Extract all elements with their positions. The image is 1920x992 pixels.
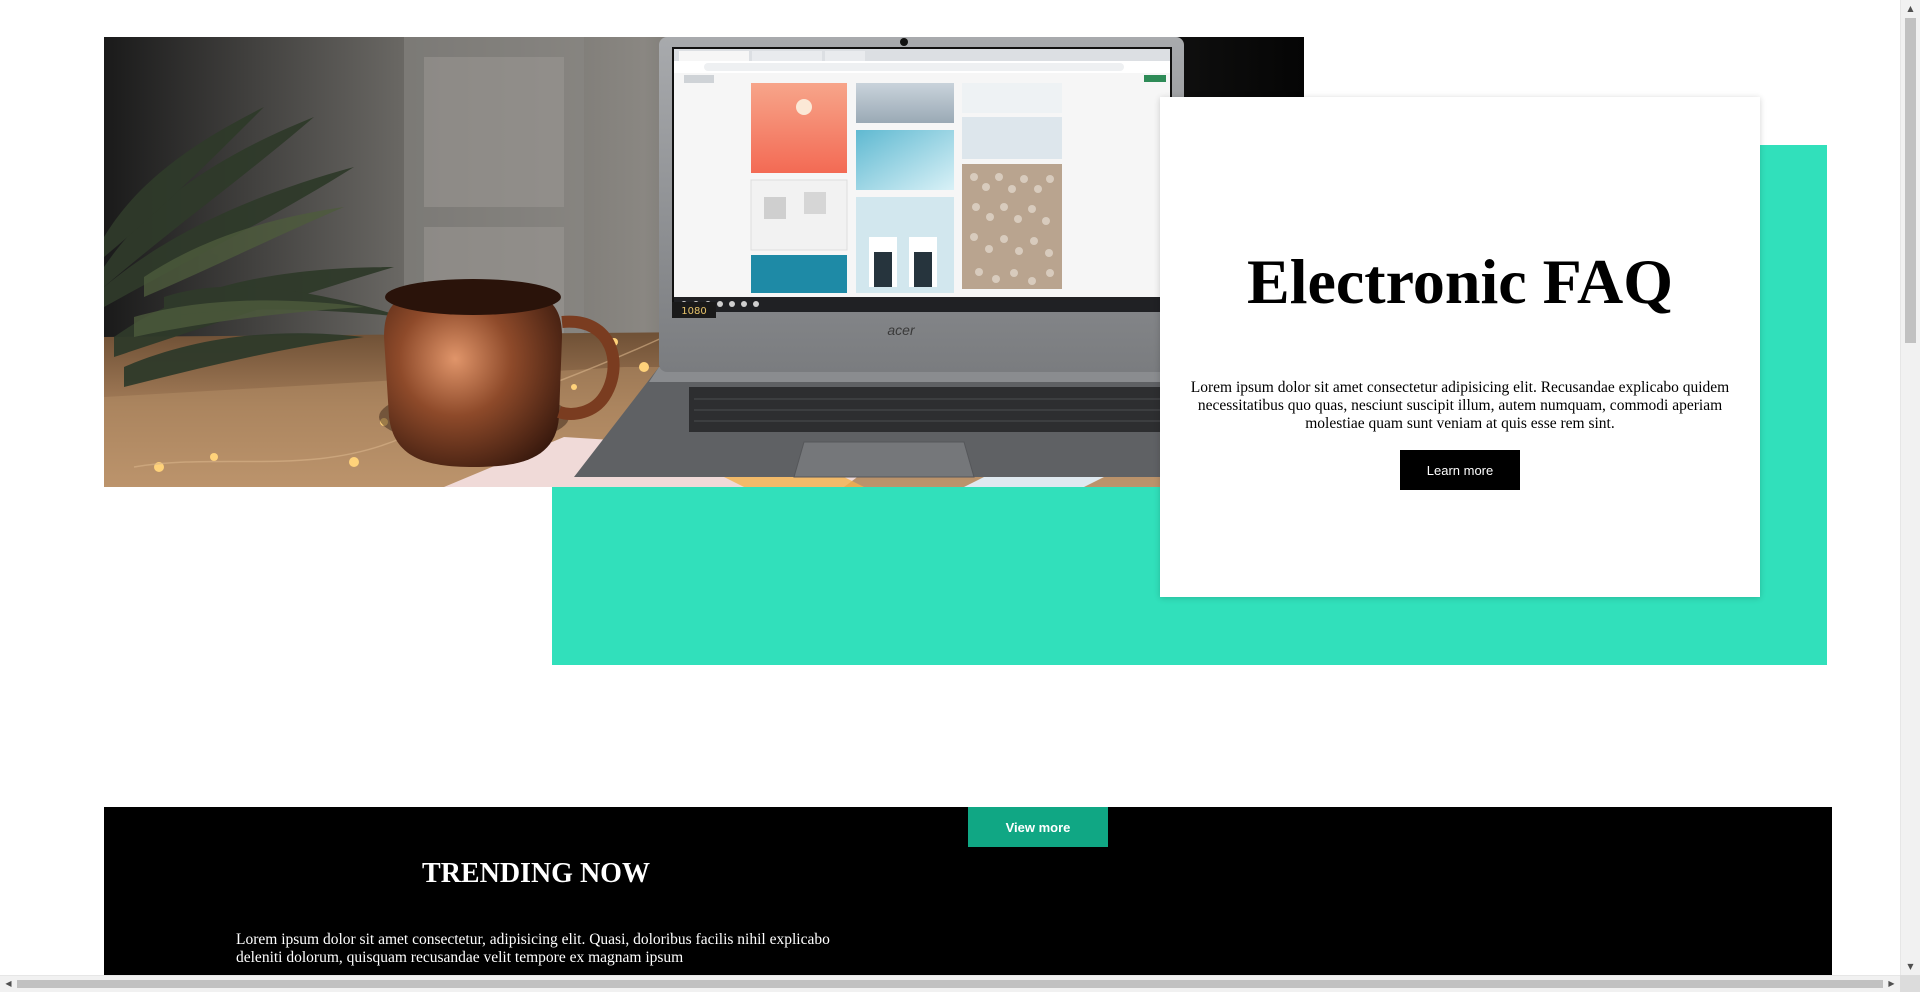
card-title: Electronic FAQ	[1247, 246, 1673, 317]
trending-title: TRENDING NOW	[422, 858, 650, 889]
vertical-scroll-thumb[interactable]	[1905, 18, 1916, 343]
hero-image: acer 1080	[104, 37, 1304, 487]
video-badge: 1080	[681, 306, 706, 317]
trending-section: View more TRENDING NOW Lorem ipsum dolor…	[104, 807, 1832, 975]
scroll-up-icon[interactable]: ▲	[1901, 0, 1920, 17]
learn-more-button[interactable]: Learn more	[1400, 450, 1520, 490]
page: acer 1080 Electronic FAQ Lorem ipsum dol…	[0, 0, 1900, 975]
hero-photo-illustration: acer 1080	[104, 37, 1304, 487]
faq-card: Electronic FAQ Lorem ipsum dolor sit ame…	[1160, 97, 1760, 597]
horizontal-scroll-thumb[interactable]	[17, 980, 1883, 988]
scrollbar-corner	[1900, 975, 1920, 992]
horizontal-scrollbar[interactable]: ◀ ▶	[0, 975, 1900, 992]
card-description: Lorem ipsum dolor sit amet consectetur a…	[1190, 379, 1730, 432]
view-more-button[interactable]: View more	[968, 807, 1108, 847]
scroll-down-icon[interactable]: ▼	[1901, 958, 1920, 975]
trending-description: Lorem ipsum dolor sit amet consectetur, …	[236, 931, 830, 966]
vertical-scrollbar[interactable]: ▲ ▼	[1900, 0, 1920, 975]
scroll-right-icon[interactable]: ▶	[1883, 976, 1900, 992]
scroll-left-icon[interactable]: ◀	[0, 976, 17, 992]
laptop-brand-logo: acer	[887, 322, 916, 338]
